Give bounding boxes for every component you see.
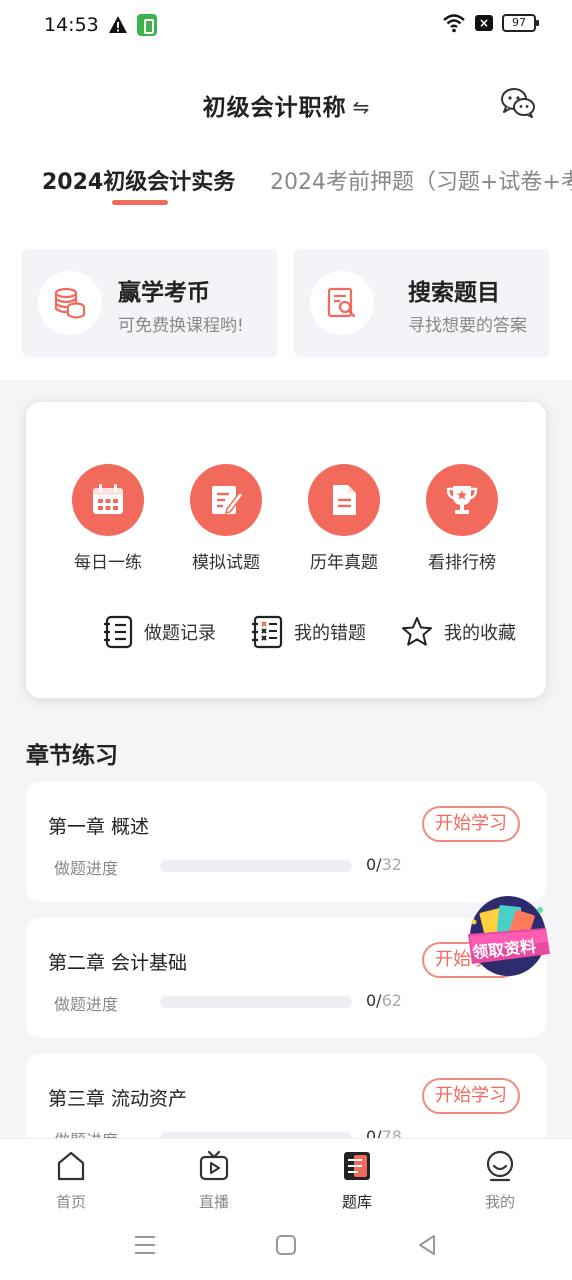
wrong-list-icon [252,615,283,649]
menu-icon[interactable] [132,1232,158,1258]
search-doc-icon [327,287,356,318]
progress-bar [160,860,352,872]
start-learning-button[interactable]: 开始学习 [422,806,520,842]
star-icon [402,617,432,646]
coins-icon [54,287,86,319]
feature-cards: 赢学考币 可免费换课程哟! 搜索题目 寻找想要的答案 [22,249,550,357]
nav-home-label: 首页 [55,1193,86,1211]
status-bar: 14:53 × 97 [0,0,572,52]
progress-label: 做题进度 [54,859,119,878]
progress-count: 0/32 [366,855,402,874]
wifi-icon [443,14,465,33]
trophy-icon [446,486,478,514]
tab-accounting-practice[interactable]: 2024初级会计实务 [42,164,235,196]
nav-profile-label: 我的 [484,1193,515,1211]
warning-icon [109,16,127,33]
chapter-title: 第二章 会计基础 [48,952,188,974]
function-panel: 每日一练 模拟试题 历年真题 看排行榜 做题记录 我的错题 我的收藏 [26,402,546,698]
wechat-icon[interactable] [500,86,536,120]
past-exams-button[interactable]: 历年真题 [289,464,399,573]
wrong-questions-button[interactable]: 我的错题 [250,612,366,652]
home-square-icon[interactable] [273,1232,299,1258]
status-time: 14:53 [44,14,99,36]
card-icon-circle [38,271,102,335]
nav-question-bank[interactable]: 题库 [317,1149,397,1212]
get-materials-promo[interactable]: 领取资料 [460,892,560,984]
progress-count: 0/62 [366,991,402,1010]
search-questions-title: 搜索题目 [408,280,500,306]
mock-exam-label: 模拟试题 [192,553,260,573]
system-nav-bar [0,1214,572,1280]
tab-exam-prediction[interactable]: 2024考前押题（习题+试卷+考 [270,164,572,196]
past-exams-label: 历年真题 [310,553,378,573]
practice-history-button[interactable]: 做题记录 [102,612,216,652]
earn-coins-subtitle: 可免费换课程哟! [118,316,244,336]
chapter-title: 第三章 流动资产 [48,1088,188,1110]
card-icon-circle [310,271,374,335]
calendar-icon [93,484,123,514]
mock-exam-button[interactable]: 模拟试题 [171,464,281,573]
favorites-label: 我的收藏 [444,623,516,644]
nav-profile[interactable]: 我的 [460,1149,540,1212]
search-questions-card[interactable]: 搜索题目 寻找想要的答案 [294,249,550,357]
search-questions-subtitle: 寻找想要的答案 [408,316,527,336]
leaderboard-label: 看排行榜 [428,553,496,573]
tv-icon [199,1150,229,1181]
progress-total: 32 [381,855,402,874]
progress-label: 做题进度 [54,995,119,1014]
favorites-button[interactable]: 我的收藏 [400,612,516,652]
chapter-card[interactable]: 第一章 概述 开始学习 做题进度 0/32 [26,782,546,902]
subject-tabs: 2024初级会计实务 2024考前押题（习题+试卷+考 [0,160,572,210]
start-learning-button[interactable]: 开始学习 [422,1078,520,1114]
active-tab-indicator [112,200,168,205]
wrong-questions-label: 我的错题 [294,623,366,644]
nav-live[interactable]: 直播 [174,1149,254,1212]
leaderboard-button[interactable]: 看排行榜 [407,464,517,573]
swap-icon[interactable]: ⇋ [353,95,370,119]
practice-history-label: 做题记录 [144,623,216,644]
func-icon-circle [190,464,262,536]
daily-practice-button[interactable]: 每日一练 [53,464,163,573]
nav-question-bank-label: 题库 [341,1193,372,1211]
battery-icon: 97 [502,14,539,32]
section-title: 章节练习 [26,743,118,769]
progress-done: 0/ [366,855,382,874]
earn-coins-card[interactable]: 赢学考币 可免费换课程哟! [22,249,278,357]
progress-total: 62 [381,991,402,1010]
func-icon-circle [308,464,380,536]
app-notification-icon [137,14,157,36]
bottom-nav: 首页 直播 题库 我的 [0,1138,572,1214]
profile-icon [486,1150,514,1182]
earn-coins-title: 赢学考币 [118,280,210,306]
no-sim-icon: × [475,15,493,31]
question-bank-icon [344,1152,370,1180]
daily-practice-label: 每日一练 [74,553,142,573]
header: 初级会计职称 ⇋ [0,78,572,128]
chapter-title: 第一章 概述 [48,816,150,838]
notebook-icon [104,615,133,649]
home-icon [57,1151,85,1181]
page-title[interactable]: 初级会计职称 [203,95,347,121]
back-icon[interactable] [414,1232,440,1258]
nav-live-label: 直播 [198,1193,229,1211]
func-icon-circle [426,464,498,536]
progress-bar [160,996,352,1008]
document-icon [333,485,356,515]
progress-done: 0/ [366,991,382,1010]
edit-paper-icon [212,486,244,515]
nav-home[interactable]: 首页 [31,1149,111,1212]
func-icon-circle [72,464,144,536]
